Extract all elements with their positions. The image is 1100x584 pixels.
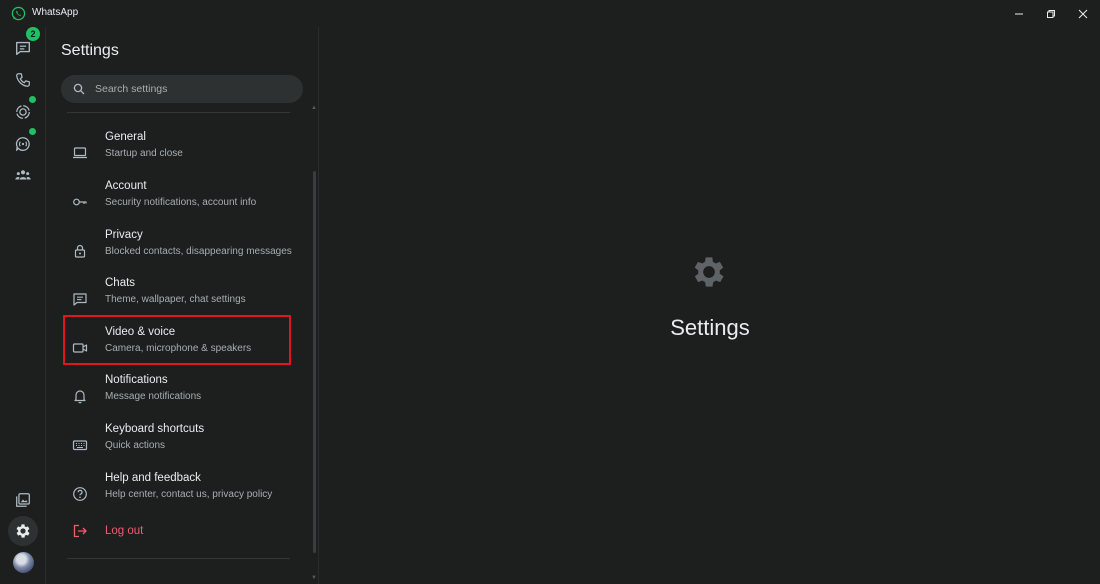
settings-item-subtitle: Theme, wallpaper, chat settings <box>105 294 246 305</box>
rail-settings[interactable] <box>8 516 38 546</box>
settings-item-subtitle: Blocked contacts, disappearing messages <box>105 246 292 257</box>
search-input[interactable] <box>95 75 295 103</box>
gear-icon <box>16 524 30 538</box>
scroll-down-arrow-icon[interactable]: ▼ <box>311 575 317 581</box>
media-gallery-icon <box>16 493 30 507</box>
rail-chats[interactable]: 2 <box>8 27 40 63</box>
settings-item-privacy[interactable]: Privacy Blocked contacts, disappearing m… <box>63 227 292 275</box>
settings-panel: Settings General Startup and close Accou… <box>47 27 319 584</box>
whatsapp-logo-icon <box>11 6 26 21</box>
settings-item-general[interactable]: General Startup and close <box>63 129 291 177</box>
lock-icon <box>74 244 86 258</box>
settings-item-notifications[interactable]: Notifications Message notifications <box>63 372 291 420</box>
app-title: WhatsApp <box>32 7 79 18</box>
settings-item-label: Privacy <box>105 229 143 241</box>
chats-icon <box>16 41 30 55</box>
rail-status[interactable] <box>8 96 38 127</box>
settings-item-subtitle: Startup and close <box>105 148 183 159</box>
selection-highlight-box <box>63 315 291 365</box>
status-update-dot <box>29 96 36 103</box>
restore-button[interactable] <box>1034 0 1068 27</box>
settings-item-label: Keyboard shortcuts <box>105 423 205 435</box>
settings-item-subtitle: Message notifications <box>105 391 202 402</box>
settings-item-label: General <box>105 131 146 143</box>
laptop-icon <box>73 147 87 159</box>
settings-item-label: Chats <box>105 277 136 289</box>
close-icon <box>1078 9 1088 18</box>
key-icon <box>73 198 87 206</box>
main-title: Settings <box>670 315 750 340</box>
settings-item-subtitle: Help center, contact us, privacy policy <box>105 489 273 500</box>
settings-item-help-feedback[interactable]: Help and feedback Help center, contact u… <box>63 470 291 518</box>
rail-communities[interactable] <box>8 160 38 190</box>
rail-channels[interactable] <box>8 128 38 159</box>
main-content: Settings <box>320 27 1100 584</box>
title-bar: WhatsApp <box>0 0 1100 27</box>
minimize-button[interactable] <box>1002 0 1036 27</box>
phone-icon <box>16 73 30 87</box>
search-icon <box>73 83 85 95</box>
help-icon <box>73 487 87 501</box>
settings-gear-icon <box>694 257 724 287</box>
settings-item-subtitle: Quick actions <box>105 440 166 451</box>
panel-title: Settings <box>61 42 119 59</box>
channels-icon <box>15 137 30 151</box>
settings-item-account[interactable]: Account Security notifications, account … <box>63 178 291 226</box>
settings-item-label: Help and feedback <box>105 472 201 484</box>
settings-item-label: Notifications <box>105 374 168 386</box>
logout-icon <box>73 524 87 538</box>
chat-icon <box>73 293 87 306</box>
restore-icon <box>1047 9 1055 18</box>
communities-icon <box>15 170 31 180</box>
nav-rail: 2 <box>0 27 46 584</box>
divider <box>67 112 290 113</box>
settings-item-label: Account <box>105 180 147 192</box>
bell-icon <box>74 390 86 404</box>
scroll-up-arrow-icon[interactable]: ▲ <box>311 105 317 111</box>
divider <box>67 558 290 559</box>
rail-calls[interactable] <box>8 65 38 95</box>
close-button[interactable] <box>1066 0 1100 27</box>
logout-button[interactable]: Log out <box>63 515 291 551</box>
settings-item-subtitle: Security notifications, account info <box>105 197 257 208</box>
minimize-icon <box>1015 13 1023 14</box>
scrollbar-thumb[interactable] <box>313 171 316 553</box>
search-box[interactable] <box>61 75 303 103</box>
logout-label: Log out <box>105 525 144 537</box>
chats-unread-badge: 2 <box>26 27 40 41</box>
settings-item-keyboard-shortcuts[interactable]: Keyboard shortcuts Quick actions <box>63 421 291 469</box>
rail-media[interactable] <box>8 485 38 515</box>
profile-avatar[interactable] <box>13 552 34 573</box>
status-icon <box>16 105 30 119</box>
channels-update-dot <box>29 128 36 135</box>
keyboard-icon <box>72 440 88 451</box>
